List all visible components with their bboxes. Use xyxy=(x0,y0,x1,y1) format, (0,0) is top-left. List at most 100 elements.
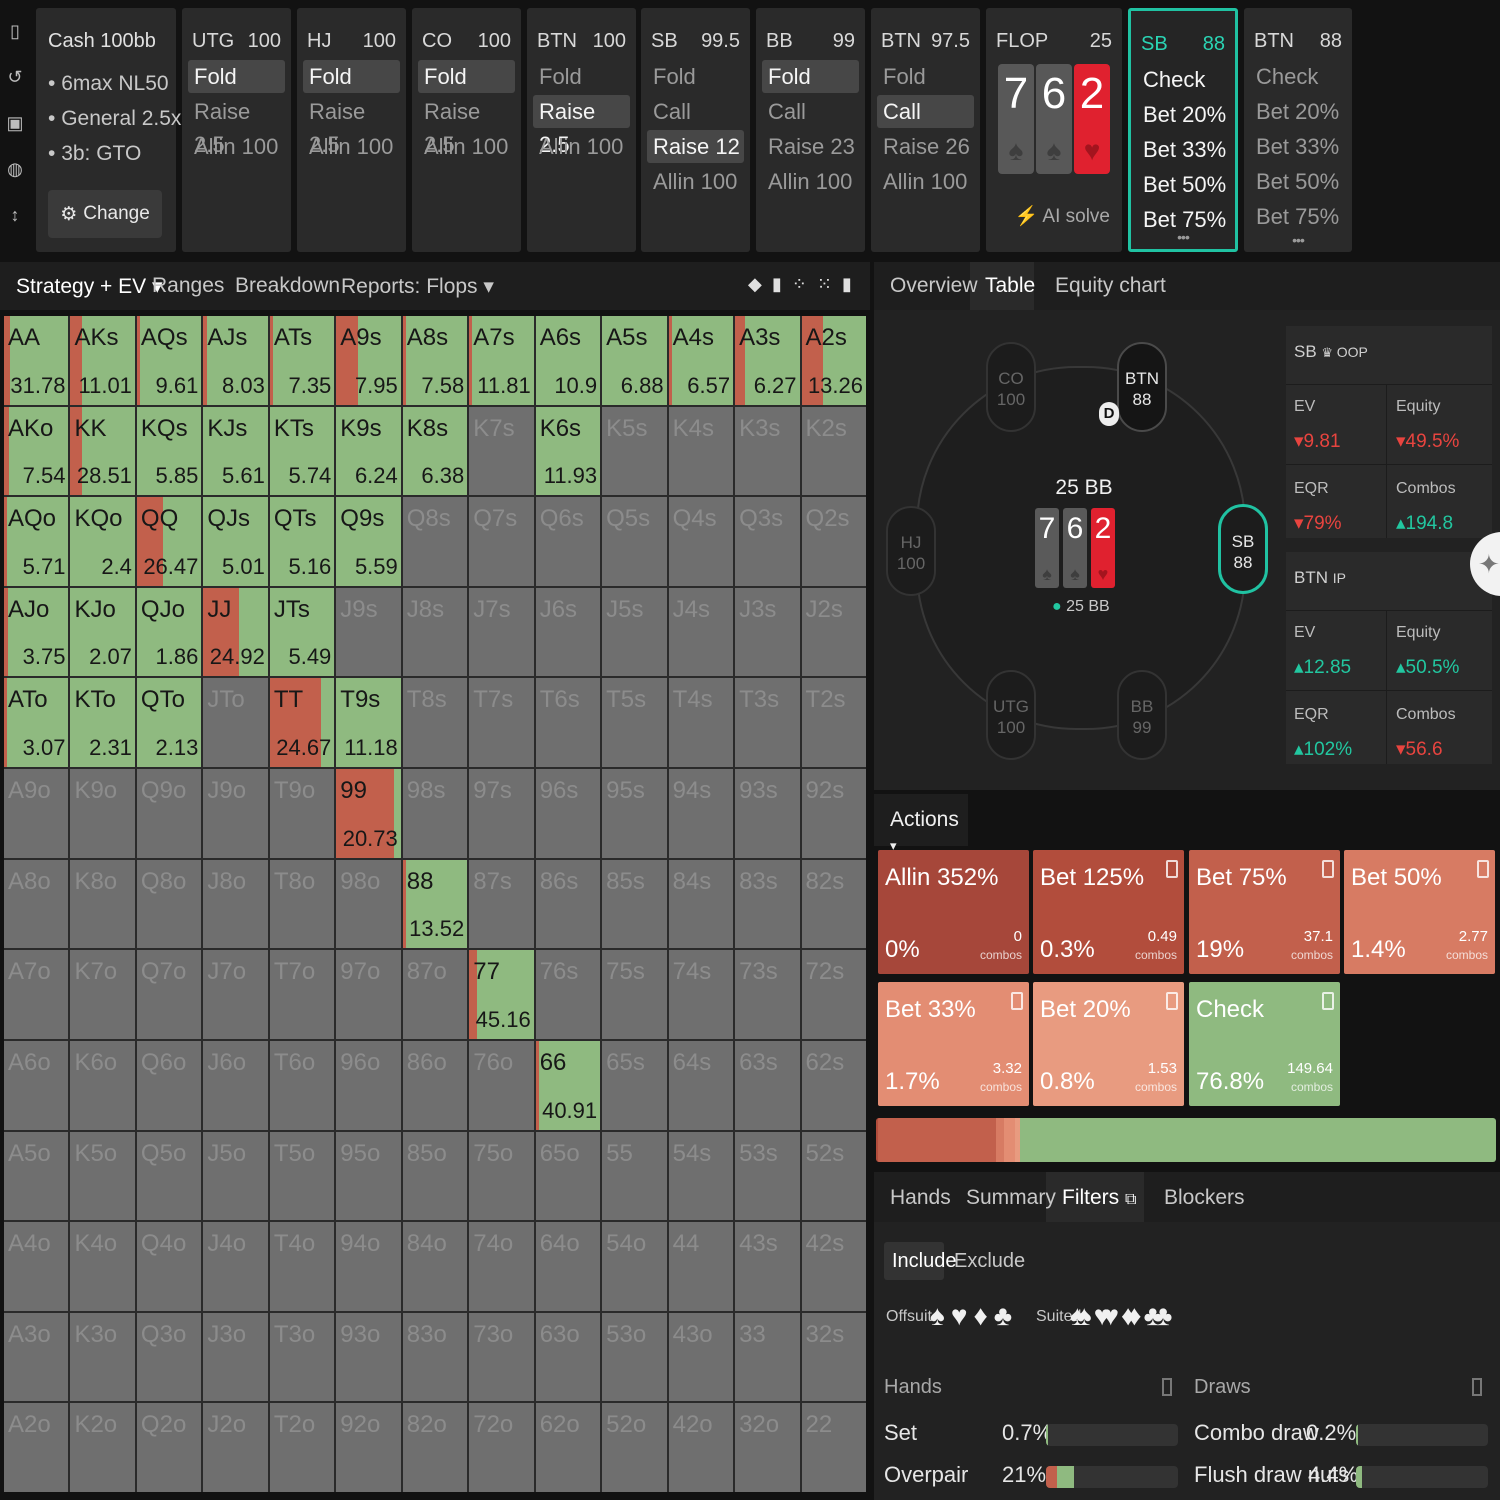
hand-cell[interactable]: 54o xyxy=(602,1222,667,1311)
hand-cell[interactable]: A4o xyxy=(4,1222,69,1311)
action-box[interactable]: Bet 33% 1.7% 3.32 combos xyxy=(878,982,1029,1106)
seat-sb[interactable]: SB 88 xyxy=(1218,504,1268,594)
action-option[interactable]: Call xyxy=(647,95,744,128)
notes-icon[interactable] xyxy=(1322,860,1334,878)
hand-cell[interactable]: 6.88 A5s xyxy=(602,316,667,405)
hand-cell[interactable]: 43s xyxy=(735,1222,800,1311)
hand-cell[interactable]: 72o xyxy=(469,1403,534,1492)
hand-cell[interactable]: 72s xyxy=(801,950,866,1039)
hand-cell[interactable]: 26.47 QQ xyxy=(136,497,202,586)
notes-icon[interactable] xyxy=(1322,992,1334,1010)
hand-cell[interactable]: 95o xyxy=(336,1131,401,1221)
actions-dropdown[interactable]: Actions ▾ xyxy=(874,794,968,853)
notes-icon[interactable] xyxy=(1011,992,1023,1010)
hand-cell[interactable]: 7.54 AKo xyxy=(4,406,69,496)
hand-cell[interactable]: 20.73 99 xyxy=(336,769,401,858)
action-option[interactable]: Fold xyxy=(418,60,515,93)
hand-cell[interactable]: 5.74 KTs xyxy=(269,406,335,496)
hand-cell[interactable]: 6.38 K8s xyxy=(402,406,468,496)
hand-cell[interactable]: J5o xyxy=(203,1131,268,1221)
hand-cell[interactable]: 7.58 A8s xyxy=(402,316,468,405)
hand-cell[interactable]: 2.31 KTo xyxy=(70,678,135,768)
hand-cell[interactable]: Q2s xyxy=(801,497,866,586)
hand-cell[interactable]: T3o xyxy=(269,1312,335,1402)
hand-cell[interactable]: 62s xyxy=(801,1040,866,1130)
hand-cell[interactable]: Q6o xyxy=(136,1040,202,1130)
action-box[interactable]: Allin 352% 0% 0 combos xyxy=(878,850,1029,974)
hand-cell[interactable]: 52s xyxy=(801,1131,866,1221)
tab-hands[interactable]: Hands xyxy=(890,1186,951,1210)
hand-cell[interactable]: 52o xyxy=(602,1403,667,1492)
hand-cell[interactable]: J3s xyxy=(735,587,800,677)
height-icon[interactable]: ↕ xyxy=(0,192,30,238)
hand-cell[interactable]: 5.85 KQs xyxy=(136,406,202,496)
tab-breakdown[interactable]: Breakdown xyxy=(235,274,340,298)
hand-cell[interactable]: T7o xyxy=(269,950,335,1039)
hand-cell[interactable]: Q5s xyxy=(602,497,667,586)
hand-cell[interactable]: 93s xyxy=(735,769,800,858)
seat-hj[interactable]: HJ 100 xyxy=(886,506,936,596)
change-button[interactable]: ⚙ Change xyxy=(48,190,162,238)
action-bet-75[interactable]: Bet 75% xyxy=(1250,200,1346,233)
hand-cell[interactable]: 53o xyxy=(602,1312,667,1402)
collapse-icon[interactable] xyxy=(1472,1378,1482,1396)
hand-cell[interactable]: J2s xyxy=(801,587,866,677)
action-option[interactable]: Raise 2.5 xyxy=(303,95,400,157)
seat-bb[interactable]: BB 99 xyxy=(1117,670,1167,760)
hand-cell[interactable]: 84s xyxy=(668,859,734,949)
hand-cell[interactable]: A5o xyxy=(4,1131,69,1221)
hand-cell[interactable]: J8s xyxy=(402,587,468,677)
hand-cell[interactable]: T2s xyxy=(801,678,866,768)
hand-cell[interactable]: K4o xyxy=(70,1222,135,1311)
hand-cell[interactable]: J4s xyxy=(668,587,734,677)
action-option[interactable]: Raise 23 xyxy=(762,130,859,163)
hand-cell[interactable]: 86o xyxy=(402,1040,468,1130)
hand-cell[interactable]: T6o xyxy=(269,1040,335,1130)
hand-cell[interactable]: J9o xyxy=(203,769,268,858)
hand-cell[interactable]: 86s xyxy=(535,859,601,949)
hand-cell[interactable]: 5.59 Q9s xyxy=(336,497,401,586)
hand-cell[interactable]: K7o xyxy=(70,950,135,1039)
hand-cell[interactable]: A3o xyxy=(4,1312,69,1402)
hand-cell[interactable]: 5.61 KJs xyxy=(203,406,268,496)
hand-cell[interactable]: 83s xyxy=(735,859,800,949)
action-option[interactable]: Fold xyxy=(303,60,400,93)
hand-cell[interactable]: 45.16 77 xyxy=(469,950,534,1039)
hand-cell[interactable]: T8s xyxy=(402,678,468,768)
action-box[interactable]: Bet 50% 1.4% 2.77 combos xyxy=(1344,850,1495,974)
hand-cell[interactable]: 5.49 JTs xyxy=(269,587,335,677)
notes-icon[interactable] xyxy=(1166,992,1178,1010)
hand-cell[interactable]: A6o xyxy=(4,1040,69,1130)
hand-cell[interactable]: J9s xyxy=(336,587,401,677)
hand-cell[interactable]: T7s xyxy=(469,678,534,768)
action-bet-20[interactable]: Bet 20% xyxy=(1250,95,1346,128)
ai-solve-button[interactable]: ⚡ AI solve xyxy=(1015,204,1111,228)
hand-cell[interactable]: 2.07 KJo xyxy=(70,587,135,677)
hand-cell[interactable]: 96s xyxy=(535,769,601,858)
view-mode-icons[interactable]: ◆▮⁘⁙▮ xyxy=(748,274,862,295)
action-option[interactable]: Allin 100 xyxy=(647,165,744,198)
hand-cell[interactable]: K8o xyxy=(70,859,135,949)
hand-cell[interactable]: 42o xyxy=(668,1403,734,1492)
hand-cell[interactable]: K9o xyxy=(70,769,135,858)
action-option[interactable]: Raise 12 xyxy=(647,130,744,163)
action-box[interactable]: Bet 75% 19% 37.1 combos xyxy=(1189,850,1340,974)
hand-cell[interactable]: 73o xyxy=(469,1312,534,1402)
hand-cell[interactable]: 63o xyxy=(535,1312,601,1402)
exclude-toggle[interactable]: Exclude xyxy=(954,1250,1025,1273)
hand-cell[interactable]: 83o xyxy=(402,1312,468,1402)
hand-cell[interactable]: T5s xyxy=(602,678,667,768)
hand-cell[interactable]: 6.57 A4s xyxy=(668,316,734,405)
hand-cell[interactable]: 40.91 66 xyxy=(535,1040,601,1130)
hand-cell[interactable]: K7s xyxy=(469,406,534,496)
action-box[interactable]: Bet 125% 0.3% 0.49 combos xyxy=(1033,850,1184,974)
hand-cell[interactable]: A9o xyxy=(4,769,69,858)
action-bet-50[interactable]: Bet 50% xyxy=(1137,168,1229,201)
hand-cell[interactable]: 84o xyxy=(402,1222,468,1311)
hand-cell[interactable]: Q3s xyxy=(735,497,800,586)
hand-cell[interactable]: 43o xyxy=(668,1312,734,1402)
tab-ranges[interactable]: Ranges xyxy=(152,274,224,298)
offsuit-suit-filters[interactable]: ♠♥♦♣ xyxy=(930,1300,1018,1332)
hand-cell[interactable]: J2o xyxy=(203,1403,268,1492)
hand-cell[interactable]: Q3o xyxy=(136,1312,202,1402)
